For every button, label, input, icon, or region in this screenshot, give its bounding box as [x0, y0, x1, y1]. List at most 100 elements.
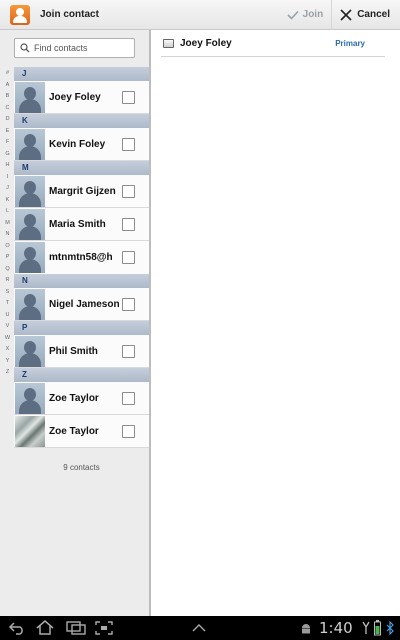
index-letter[interactable]: W [2, 333, 13, 345]
contact-card-icon [163, 38, 174, 48]
contacts-app-icon [10, 4, 30, 25]
index-letter[interactable]: K [2, 195, 13, 207]
index-letter[interactable]: R [2, 275, 13, 287]
section-header: N [14, 274, 149, 288]
contact-list-pane: #ABCDEFGHIJKLMNOPQRSTUVWXYZ J Joey Foley… [0, 30, 149, 616]
index-letter[interactable]: V [2, 321, 13, 333]
avatar [15, 128, 45, 160]
system-bar: 1:40 [0, 616, 400, 640]
home-icon[interactable] [35, 620, 55, 635]
index-letter[interactable]: Z [2, 367, 13, 379]
bluetooth-icon [386, 621, 394, 635]
contact-name: Nigel Jameson [49, 298, 120, 310]
index-letter[interactable]: S [2, 287, 13, 299]
action-bar: Join contact Join Cancel [0, 0, 400, 30]
section-header: Z [14, 368, 149, 382]
cancel-label: Cancel [357, 9, 390, 20]
back-icon[interactable] [8, 621, 26, 635]
list-item[interactable]: mtnmtn58@h [14, 241, 149, 274]
clock: 1:40 [319, 619, 353, 637]
contact-checkbox[interactable] [122, 392, 135, 405]
list-item[interactable]: Zoe Taylor [14, 382, 149, 415]
list-item[interactable]: Nigel Jameson [14, 288, 149, 321]
list-item[interactable]: Joey Foley [14, 81, 149, 114]
avatar [15, 81, 45, 113]
list-item[interactable]: Kevin Foley [14, 128, 149, 161]
index-letter[interactable]: # [2, 68, 13, 80]
contact-name: Joey Foley [49, 91, 101, 103]
index-letter[interactable]: E [2, 126, 13, 138]
android-debug-icon [302, 624, 310, 634]
avatar [15, 242, 45, 273]
search-icon [20, 43, 30, 53]
contact-checkbox[interactable] [122, 218, 135, 231]
section-header: M [14, 161, 149, 175]
index-letter[interactable]: T [2, 298, 13, 310]
avatar [15, 208, 45, 240]
contact-checkbox[interactable] [122, 185, 135, 198]
index-letter[interactable]: X [2, 344, 13, 356]
contact-name: Kevin Foley [49, 138, 106, 150]
selected-contact-row[interactable]: Joey Foley Primary [161, 30, 385, 57]
alphabet-index[interactable]: # A B C D E F G H I J K L M N O P Q R S T U V W X Y Z [2, 68, 13, 379]
contact-count: 9 contacts [63, 463, 100, 472]
avatar [15, 335, 45, 367]
join-button[interactable]: Join [279, 0, 332, 30]
index-letter[interactable]: P [2, 252, 13, 264]
index-letter[interactable]: I [2, 172, 13, 184]
index-letter[interactable]: J [2, 183, 13, 195]
index-letter[interactable]: F [2, 137, 13, 149]
contact-name: mtnmtn58@h [49, 252, 113, 263]
index-letter[interactable]: M [2, 218, 13, 230]
contact-checkbox[interactable] [122, 345, 135, 358]
contact-checkbox[interactable] [122, 91, 135, 104]
cancel-button[interactable]: Cancel [331, 0, 400, 30]
contact-list: J Joey Foley K Kevin Foley M Margrit Gij… [14, 67, 149, 472]
search-input[interactable] [34, 43, 129, 53]
page-title: Join contact [40, 9, 99, 20]
list-item[interactable]: Phil Smith [14, 335, 149, 368]
checkmark-icon [287, 10, 299, 20]
contact-name: Maria Smith [49, 218, 106, 230]
index-letter[interactable]: G [2, 149, 13, 161]
avatar [15, 382, 45, 414]
index-letter[interactable]: O [2, 241, 13, 253]
contact-name: Phil Smith [49, 345, 98, 357]
avatar [15, 175, 45, 207]
contact-name: Margrit Gijzen [49, 185, 116, 197]
index-letter[interactable]: N [2, 229, 13, 241]
screenshot-icon[interactable] [95, 621, 113, 635]
contact-checkbox[interactable] [122, 138, 135, 151]
contact-checkbox[interactable] [122, 251, 135, 264]
primary-badge: Primary [335, 38, 365, 48]
contact-name: Zoe Taylor [49, 425, 99, 437]
contact-name: Zoe Taylor [49, 392, 99, 404]
chevron-up-icon[interactable] [191, 623, 207, 632]
contact-checkbox[interactable] [122, 425, 135, 438]
section-header: P [14, 321, 149, 335]
avatar-photo [15, 415, 45, 447]
list-item[interactable]: Maria Smith [14, 208, 149, 241]
close-icon [340, 8, 352, 21]
index-letter[interactable]: Y [2, 356, 13, 368]
index-letter[interactable]: C [2, 103, 13, 115]
list-item[interactable]: Margrit Gijzen [14, 175, 149, 208]
join-label: Join [302, 9, 324, 20]
section-header: J [14, 67, 149, 81]
index-letter[interactable]: H [2, 160, 13, 172]
index-letter[interactable]: D [2, 114, 13, 126]
battery-icon [374, 620, 381, 636]
index-letter[interactable]: U [2, 310, 13, 322]
index-letter[interactable]: Q [2, 264, 13, 276]
index-letter[interactable]: A [2, 80, 13, 92]
search-box[interactable] [14, 38, 135, 58]
list-item[interactable]: Zoe Taylor [14, 415, 149, 448]
recent-apps-icon[interactable] [66, 621, 86, 635]
selected-contact-name: Joey Foley [180, 37, 232, 49]
contact-checkbox[interactable] [122, 298, 135, 311]
index-letter[interactable]: B [2, 91, 13, 103]
signal-icon [362, 621, 370, 634]
index-letter[interactable]: L [2, 206, 13, 218]
avatar [15, 288, 45, 320]
section-header: K [14, 114, 149, 128]
